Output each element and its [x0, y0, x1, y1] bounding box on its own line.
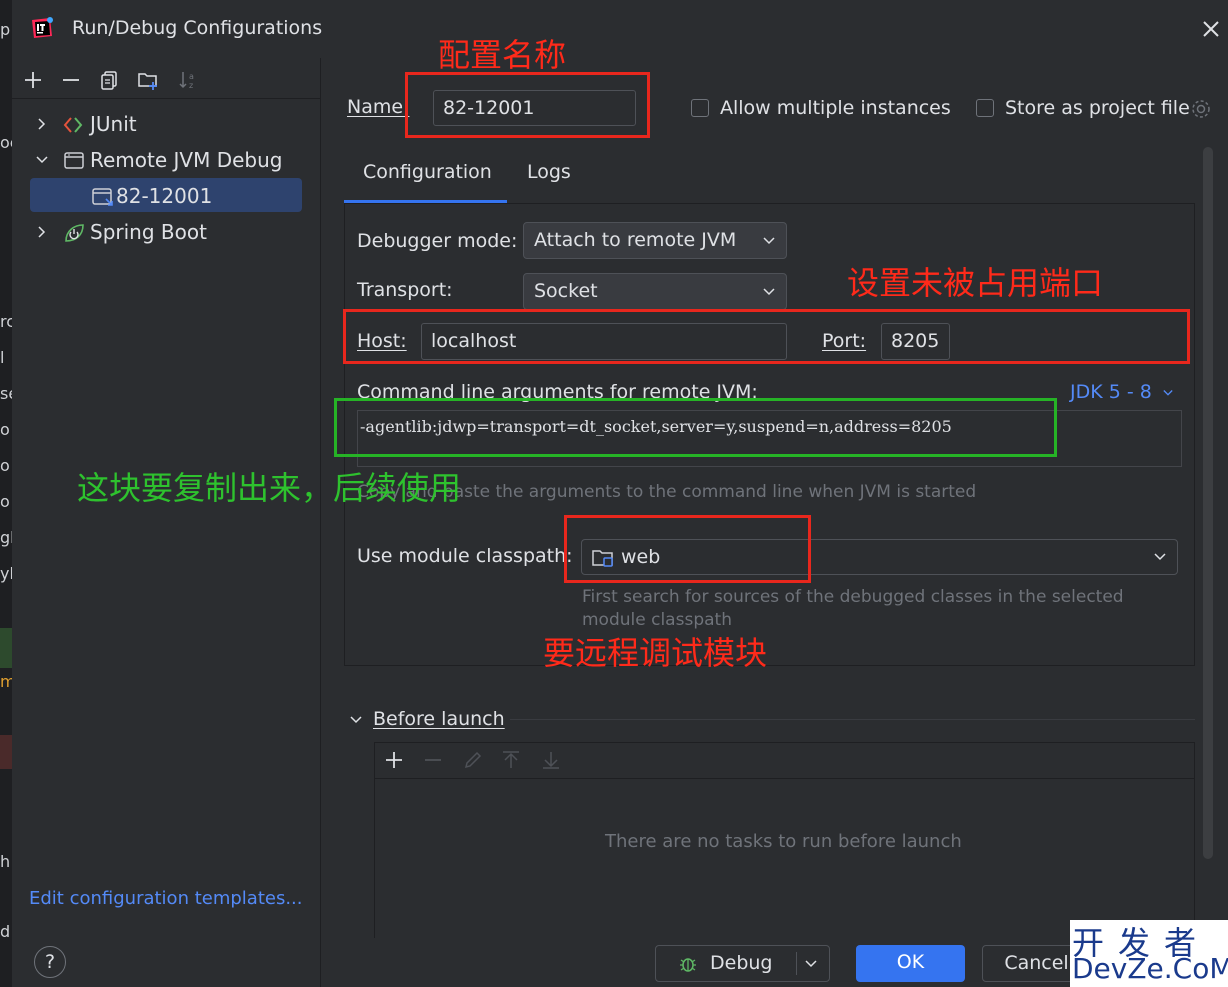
module-hint-line1: First search for sources of the debugged… [582, 587, 1124, 607]
tab-logs[interactable]: Logs [527, 161, 571, 183]
tree-item-label: 82-12001 [116, 184, 213, 208]
annotation-box-cmd-args [334, 398, 1057, 457]
ok-button[interactable]: OK [856, 945, 965, 982]
chevron-down-icon [763, 236, 775, 244]
chevron-down-icon [1154, 553, 1166, 561]
vertical-scrollbar[interactable] [1203, 147, 1213, 859]
background-window-edge: p oc rc l se o o o gb yb m h d [0, 0, 14, 987]
tree-item-spring-boot[interactable]: Spring Boot [32, 218, 312, 248]
annotation-config-name: 配置名称 [438, 36, 567, 74]
annotation-copy-note: 这块要复制出来，后续使用 [77, 469, 462, 507]
debug-button-label: Debug [710, 952, 773, 974]
transport-select[interactable]: Socket [523, 273, 787, 310]
transport-label: Transport: [357, 279, 453, 301]
store-project-checkbox[interactable] [976, 99, 994, 117]
chevron-right-icon[interactable] [34, 224, 50, 240]
watermark-bottom-text: DevZe.CoM [1072, 952, 1228, 985]
annotation-unused-port: 设置未被占用端口 [847, 264, 1104, 302]
settings-gear-icon[interactable] [1190, 98, 1212, 120]
chevron-down-icon [1163, 390, 1173, 396]
add-icon[interactable] [22, 69, 44, 91]
svg-text:a: a [189, 72, 194, 81]
junit-icon [63, 117, 83, 133]
tree-item-label: JUnit [90, 112, 137, 136]
name-label: Name: [347, 96, 410, 118]
remove-icon[interactable] [60, 69, 82, 91]
spring-boot-icon [65, 224, 84, 242]
move-up-icon [503, 751, 519, 768]
help-button[interactable]: ? [34, 946, 66, 978]
chevron-down-icon [763, 287, 775, 295]
tree-toolbar: az [12, 62, 320, 99]
move-down-icon [543, 752, 559, 769]
allow-multiple-checkbox[interactable] [691, 99, 709, 117]
transport-value: Socket [534, 280, 598, 302]
task-toolbar-separator [375, 778, 1194, 779]
new-folder-icon[interactable] [137, 69, 159, 91]
edit-task-icon [464, 751, 482, 769]
debug-button[interactable]: Debug [655, 945, 830, 982]
intellij-app-icon [32, 17, 53, 38]
annotation-module-note: 要远程调试模块 [543, 634, 768, 672]
debugger-mode-label: Debugger mode: [357, 230, 518, 252]
tree-item-remote-jvm-debug[interactable]: Remote JVM Debug [32, 146, 312, 176]
chevron-down-icon[interactable] [804, 958, 818, 970]
bug-icon [680, 958, 696, 972]
remote-config-icon [92, 188, 113, 206]
module-classpath-label: Use module classpath: [357, 545, 573, 567]
svg-text:z: z [189, 81, 193, 90]
tree-item-82-12001[interactable]: 82-12001 [88, 182, 298, 212]
jdk-version-dropdown[interactable]: JDK 5 - 8 [1070, 381, 1174, 403]
annotation-box-name [405, 72, 650, 138]
allow-multiple-label: Allow multiple instances [720, 97, 951, 119]
copy-icon[interactable] [99, 69, 121, 91]
edit-templates-link[interactable]: Edit configuration templates... [29, 888, 303, 909]
before-launch-separator [510, 719, 1195, 720]
empty-tasks-text: There are no tasks to run before launch [605, 831, 962, 852]
tree-item-junit[interactable]: JUnit [32, 110, 312, 140]
remote-jvm-debug-icon [64, 152, 84, 169]
tree-item-label: Spring Boot [90, 220, 207, 244]
before-launch-header[interactable]: Before launch [373, 708, 505, 730]
chevron-down-icon[interactable] [348, 712, 364, 728]
module-hint-line2: module classpath [582, 610, 732, 630]
remove-task-icon [425, 759, 441, 761]
chevron-down-icon[interactable] [34, 152, 50, 168]
debugger-mode-select[interactable]: Attach to remote JVM [523, 222, 787, 259]
sort-icon[interactable]: az [177, 69, 199, 91]
jdk-version-label: JDK 5 - 8 [1070, 381, 1152, 403]
window-title: Run/Debug Configurations [72, 17, 323, 39]
close-icon[interactable] [1196, 14, 1226, 44]
chevron-right-icon[interactable] [34, 116, 50, 132]
add-task-icon[interactable] [383, 749, 405, 771]
debugger-mode-value: Attach to remote JVM [534, 229, 737, 251]
store-project-label: Store as project file [1005, 97, 1190, 119]
tab-configuration[interactable]: Configuration [363, 161, 492, 183]
tree-item-label: Remote JVM Debug [90, 148, 283, 172]
annotation-box-module [564, 515, 811, 583]
annotation-box-host-port [343, 309, 1190, 364]
